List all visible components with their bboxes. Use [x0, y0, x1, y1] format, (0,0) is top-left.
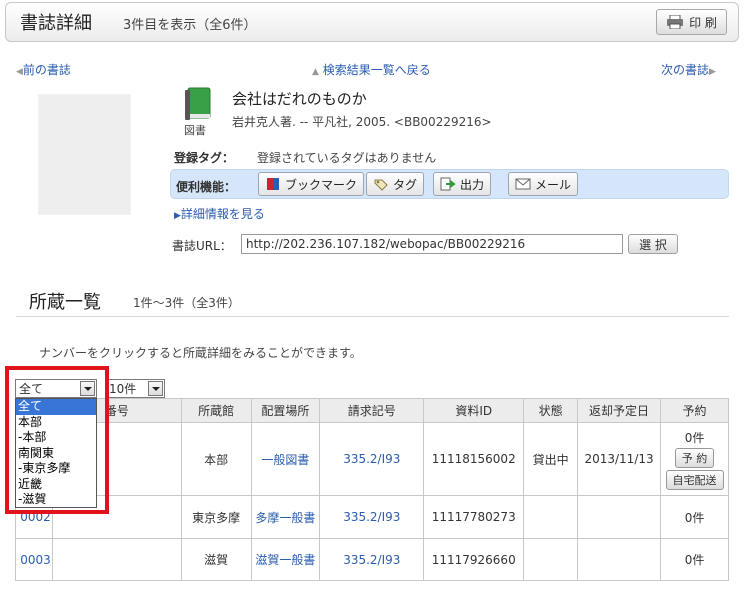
- library-cell: 滋賀: [180, 538, 252, 581]
- bookmark-label: ブックマーク: [285, 177, 358, 192]
- detail-info-label: 詳細情報を見る: [180, 207, 265, 221]
- per-page-select[interactable]: 10件: [105, 379, 165, 398]
- row-number[interactable]: 0003: [15, 538, 53, 581]
- location-link[interactable]: 多摩一般書: [255, 511, 315, 525]
- holdings-count: 1件～3件（全3件）: [133, 296, 240, 310]
- export-icon: [440, 177, 456, 191]
- col-header-call-number: 請求記号: [319, 398, 425, 423]
- divider: [16, 316, 729, 317]
- back-to-results-label: 検索結果一覧へ戻る: [322, 63, 431, 77]
- item-id-cell: 11117926660: [423, 538, 525, 581]
- location-cell: 滋賀一般書: [250, 538, 321, 581]
- call-number-cell: 335.2/I93: [319, 422, 425, 496]
- detail-info-link[interactable]: ▶詳細情報を見る: [174, 205, 265, 222]
- bookmark-button[interactable]: ブックマーク: [258, 172, 365, 196]
- status-cell: [523, 538, 579, 581]
- col-header-status: 状態: [523, 398, 579, 423]
- prev-record-link[interactable]: ◀前の書誌: [16, 61, 71, 78]
- due-date-cell: [577, 495, 662, 539]
- item-id-cell: 11118156002: [423, 422, 525, 496]
- printer-icon: [666, 14, 684, 30]
- call-number-link[interactable]: 335.2/I93: [343, 452, 400, 466]
- tag-icon: [373, 177, 389, 191]
- location-cell: 一般図書: [250, 422, 321, 496]
- holdings-hint: ナンバーをクリックすると所蔵詳細をみることができます。: [39, 346, 362, 360]
- tag-button-label: タグ: [393, 177, 418, 192]
- library-cell: 本部: [180, 422, 252, 496]
- home-delivery-button[interactable]: 自宅配送: [665, 469, 724, 490]
- reserve-cell: 0件: [660, 538, 729, 581]
- output-label: 出力: [460, 177, 485, 192]
- location-link[interactable]: 一般図書: [261, 453, 309, 467]
- chevron-down-icon[interactable]: [148, 381, 163, 396]
- holdings-title: 所蔵一覧: [29, 292, 101, 313]
- select-url-button[interactable]: 選 択: [628, 234, 678, 254]
- mail-label: メール: [535, 177, 572, 192]
- item-id-cell: 11117780273: [423, 495, 525, 539]
- next-record-label: 次の書誌: [661, 63, 710, 77]
- due-date-cell: [577, 538, 662, 581]
- table-row: 本部 一般図書 335.2/I93 11118156002 貸出中 2013/1…: [15, 422, 729, 496]
- tag-button[interactable]: タグ: [366, 172, 425, 196]
- reserve-count: 0件: [684, 430, 705, 445]
- record-author-publisher: 岩井克人著. -- 平凡社, 2005. <BB00229216>: [232, 115, 492, 129]
- due-date-cell: 2013/11/13: [577, 422, 662, 496]
- record-position: 3件目を表示（全6件）: [123, 18, 257, 33]
- location-cell: 多摩一般書: [250, 495, 321, 539]
- reserve-button[interactable]: 予 約: [674, 447, 715, 468]
- reserve-cell: 0件: [660, 495, 729, 539]
- material-type: 図書: [184, 124, 206, 137]
- call-number-cell: 335.2/I93: [319, 495, 425, 539]
- triangle-right-icon: ▶: [709, 67, 716, 77]
- url-label: 書誌URL：: [172, 239, 232, 253]
- col-header-due-date: 返却予定日: [577, 398, 662, 423]
- table-row: 0002 東京多摩 多摩一般書 335.2/I93 11117780273 0件: [15, 495, 729, 539]
- blank-cell: [51, 538, 182, 581]
- bookmark-icon: [265, 177, 281, 191]
- back-to-results-link[interactable]: ▲ 検索結果一覧へ戻る: [312, 61, 431, 78]
- holdings-table: 番号 所蔵館 配置場所 請求記号 資料ID 状態 返却予定日 予約 本部 一般図…: [15, 398, 729, 581]
- location-link[interactable]: 滋賀一般書: [255, 553, 315, 567]
- mail-icon: [515, 177, 531, 191]
- next-record-link[interactable]: 次の書誌▶: [661, 61, 716, 78]
- expand-triangle-icon: ▶: [174, 211, 181, 221]
- print-button[interactable]: 印 刷: [656, 9, 727, 35]
- highlight-frame: [5, 366, 109, 514]
- record-title: 会社はだれのものか: [232, 90, 367, 108]
- col-header-reserve: 予約: [660, 398, 729, 423]
- page-header: [5, 2, 739, 42]
- status-cell: [523, 495, 579, 539]
- status-cell: 貸出中: [523, 422, 579, 496]
- col-header-library: 所蔵館: [180, 398, 252, 423]
- prev-record-label: 前の書誌: [22, 63, 71, 77]
- tag-text: 登録されているタグはありません: [257, 151, 437, 165]
- cover-image-placeholder: [38, 94, 131, 215]
- table-header-row: 番号 所蔵館 配置場所 請求記号 資料ID 状態 返却予定日 予約: [15, 398, 729, 423]
- book-icon: [182, 86, 216, 122]
- reserve-cell: 0件 予 約 自宅配送: [660, 422, 729, 496]
- row-number-link[interactable]: 0003: [20, 553, 51, 567]
- tag-label: 登録タグ：: [174, 151, 235, 165]
- call-number-cell: 335.2/I93: [319, 538, 425, 581]
- call-number-link[interactable]: 335.2/I93: [343, 553, 400, 567]
- bib-url-field[interactable]: [241, 234, 623, 254]
- tools-label: 便利機能：: [176, 180, 237, 194]
- triangle-left-icon: ◀: [16, 67, 23, 77]
- table-row: 0003 滋賀 滋賀一般書 335.2/I93 11117926660 0件: [15, 538, 729, 581]
- output-button[interactable]: 出力: [433, 172, 492, 196]
- call-number-link[interactable]: 335.2/I93: [343, 510, 400, 524]
- per-page-value: 10件: [109, 382, 137, 396]
- print-label: 印 刷: [689, 15, 717, 30]
- triangle-up-icon: ▲: [312, 67, 319, 77]
- col-header-location: 配置場所: [250, 398, 321, 423]
- library-cell: 東京多摩: [180, 495, 252, 539]
- col-header-item-id: 資料ID: [423, 398, 525, 423]
- page-title: 書誌詳細: [20, 13, 92, 34]
- mail-button[interactable]: メール: [508, 172, 579, 196]
